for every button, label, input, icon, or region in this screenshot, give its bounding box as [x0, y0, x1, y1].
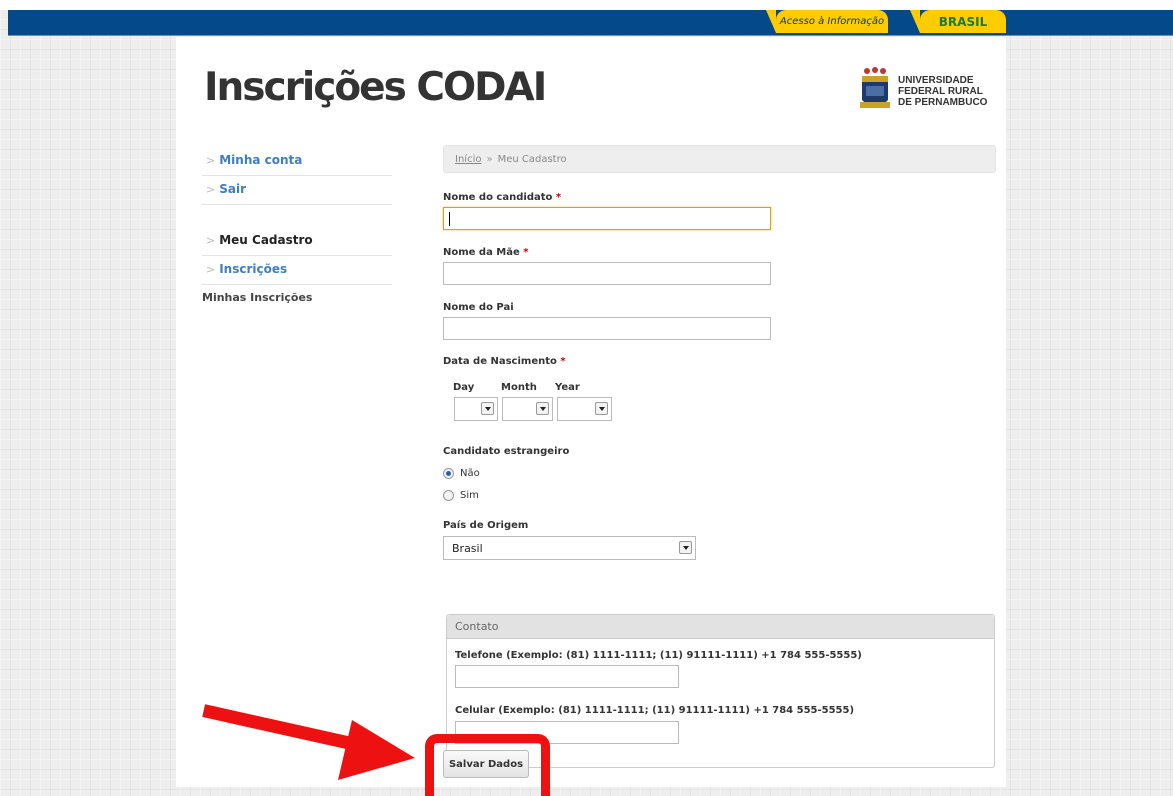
telefone-label: Telefone (Exemplo: (81) 1111-1111; (11) … — [455, 650, 862, 661]
acesso-informacao-link[interactable]: Acesso à Informação — [766, 10, 888, 33]
chevron-down-icon — [536, 402, 549, 415]
breadcrumb-current: Meu Cadastro — [497, 153, 567, 165]
required-mark: * — [555, 192, 562, 203]
sidebar-item-label: Minha conta — [219, 153, 303, 167]
nome-mae-input[interactable] — [443, 262, 771, 285]
day-select[interactable] — [454, 397, 498, 421]
breadcrumb-separator: » — [486, 153, 493, 165]
logo-line-1: UNIVERSIDADE — [898, 74, 974, 86]
nome-pai-label: Nome do Pai — [443, 302, 514, 313]
telefone-input[interactable] — [455, 665, 679, 688]
sidebar-item-minha-conta[interactable]: > Minha conta — [202, 147, 392, 176]
sidebar: > Minha conta > Sair > Meu Cadastro > Inscri… — [202, 147, 392, 304]
celular-input[interactable] — [455, 721, 679, 744]
logo-line-2: FEDERAL RURAL — [898, 85, 983, 97]
radio-nao[interactable]: Não — [443, 468, 480, 479]
data-nascimento-label: Data de Nascimento * — [443, 356, 566, 367]
sidebar-item-label: Sair — [219, 182, 246, 196]
required-mark: * — [523, 247, 529, 258]
contato-fieldset: Contato Telefone (Exemplo: (81) 1111-111… — [446, 614, 995, 768]
sidebar-item-meu-cadastro[interactable]: > Meu Cadastro — [202, 227, 392, 256]
sidebar-item-inscricoes[interactable]: > Inscrições — [202, 256, 392, 285]
chevron-right-icon: > — [206, 183, 216, 196]
nome-candidato-input[interactable] — [443, 207, 771, 230]
month-select[interactable] — [502, 397, 553, 421]
page-title: Inscrições CODAI — [204, 65, 547, 110]
chevron-down-icon — [481, 402, 494, 415]
day-label: Day — [453, 382, 475, 393]
university-name: UNIVERSIDADE FEDERAL RURAL DE PERNAMBUCO — [898, 75, 987, 108]
sidebar-item-minhas-inscricoes[interactable]: Minhas Inscrições — [202, 285, 392, 304]
nome-candidato-label: Nome do candidato * — [443, 192, 562, 203]
logo-line-3: DE PERNAMBUCO — [898, 96, 988, 108]
chevron-down-icon — [679, 541, 692, 554]
pais-origem-label: País de Origem — [443, 520, 529, 531]
brasil-link[interactable]: BRASIL — [910, 10, 1006, 33]
nome-mae-label: Nome da Mãe * — [443, 247, 529, 258]
month-label: Month — [501, 382, 537, 393]
year-select[interactable] — [557, 397, 612, 421]
save-button[interactable]: Salvar Dados — [443, 750, 529, 778]
nome-pai-input[interactable] — [443, 317, 771, 340]
radio-unselected-icon — [443, 490, 454, 501]
top-strip — [0, 0, 1173, 10]
university-logo: UNIVERSIDADE FEDERAL RURAL DE PERNAMBUCO — [858, 65, 988, 117]
pais-origem-value: Brasil — [452, 541, 483, 555]
celular-label: Celular (Exemplo: (81) 1111-1111; (11) 9… — [455, 705, 855, 716]
radio-selected-icon — [443, 468, 454, 479]
chevron-right-icon: > — [206, 234, 216, 247]
chevron-right-icon: > — [206, 154, 216, 167]
pais-origem-select[interactable]: Brasil — [443, 536, 696, 560]
breadcrumb-home-link[interactable]: Início — [455, 154, 481, 165]
radio-label: Sim — [460, 490, 479, 501]
estrangeiro-label: Candidato estrangeiro — [443, 446, 570, 457]
required-mark: * — [560, 356, 566, 367]
radio-label: Não — [460, 468, 480, 479]
sidebar-item-label: Inscrições — [219, 262, 288, 276]
chevron-right-icon: > — [206, 263, 216, 276]
text-caret — [449, 212, 450, 226]
breadcrumb: Início » Meu Cadastro — [443, 145, 996, 173]
page-container: Inscrições CODAI UNIVERSIDADE FEDERAL RU… — [176, 37, 1006, 787]
sidebar-item-sair[interactable]: > Sair — [202, 176, 392, 205]
university-emblem-icon — [860, 67, 890, 108]
contato-legend: Contato — [447, 615, 994, 639]
main-content: Início » Meu Cadastro Nome do candidato … — [443, 145, 996, 768]
sidebar-item-label: Meu Cadastro — [219, 233, 313, 247]
chevron-down-icon — [595, 402, 608, 415]
radio-sim[interactable]: Sim — [443, 490, 479, 501]
year-label: Year — [555, 382, 580, 393]
